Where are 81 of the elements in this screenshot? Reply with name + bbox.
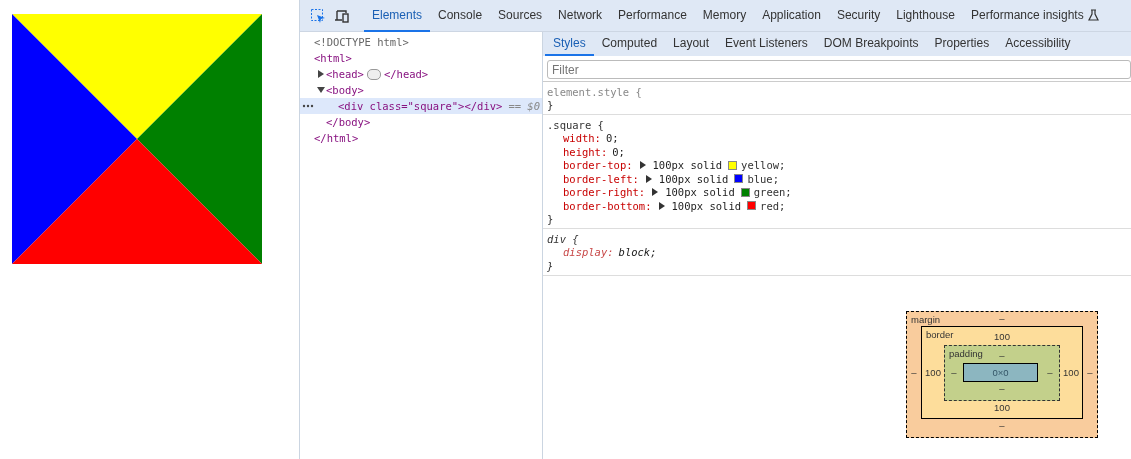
- box-label: margin: [911, 313, 941, 325]
- css-selector: element.style {: [547, 85, 642, 98]
- margin-value: –: [910, 366, 918, 378]
- border-value: 100: [994, 330, 1010, 342]
- sidebar-tab[interactable]: Properties: [926, 32, 998, 56]
- color-swatch[interactable]: [740, 187, 750, 197]
- padding-value: –: [1046, 366, 1054, 378]
- closing-brace: }: [547, 259, 554, 272]
- collapsed-arrow-icon[interactable]: [316, 69, 326, 79]
- padding-value: –: [999, 349, 1005, 361]
- panel-tab[interactable]: Console: [430, 0, 491, 32]
- dom-node[interactable]: </body>: [326, 116, 371, 128]
- css-property: border-right:: [563, 186, 646, 199]
- css-property: border-bottom:: [563, 199, 652, 212]
- inspect-icon[interactable]: [310, 7, 326, 24]
- css-property: border-left:: [563, 172, 639, 185]
- panel-tab[interactable]: Memory: [694, 0, 755, 32]
- box-label: border: [926, 328, 954, 340]
- sidebar-tab[interactable]: Styles: [545, 32, 594, 56]
- panel-tab[interactable]: Security: [828, 0, 889, 32]
- panel-tab[interactable]: Performance: [610, 0, 695, 32]
- dom-node[interactable]: <div class="square"></div>: [338, 100, 503, 112]
- dom-node[interactable]: </html>: [314, 132, 359, 144]
- css-property: height:: [563, 145, 608, 158]
- dom-node[interactable]: </head>: [383, 68, 429, 80]
- border-value: 100: [924, 367, 942, 378]
- expand-arrow-icon[interactable]: [637, 160, 648, 171]
- css-selector: .square {: [547, 118, 604, 131]
- panel-tab[interactable]: Application: [754, 0, 829, 32]
- device-toolbar-icon[interactable]: [334, 7, 350, 24]
- color-swatch[interactable]: [734, 174, 744, 184]
- panel-tab[interactable]: Sources: [490, 0, 551, 32]
- css-value: yellow;: [741, 159, 786, 172]
- css-value: blue;: [747, 172, 779, 185]
- panel-tab[interactable]: Performance insights: [962, 0, 1107, 32]
- sidebar-tab[interactable]: DOM Breakpoints: [815, 32, 927, 56]
- margin-value: –: [1086, 366, 1094, 378]
- css-value: 100px solid: [658, 172, 729, 185]
- dom-node[interactable]: <html>: [314, 52, 352, 64]
- closing-brace: }: [547, 99, 554, 112]
- css-property: width:: [563, 132, 601, 145]
- box-label: padding: [949, 347, 983, 359]
- color-swatch[interactable]: [728, 160, 738, 170]
- border-value: 100: [994, 401, 1010, 413]
- expanded-arrow-icon[interactable]: [316, 85, 326, 95]
- sidebar-tab[interactable]: Computed: [593, 32, 666, 56]
- css-value: 0;: [605, 132, 619, 145]
- sidebar-tab[interactable]: Layout: [665, 32, 718, 56]
- dom-node[interactable]: <head>: [326, 68, 364, 80]
- sidebar-tab[interactable]: Event Listeners: [717, 32, 816, 56]
- node-reference: == $0: [508, 100, 540, 112]
- more-icon[interactable]: [302, 104, 314, 108]
- panel-tab[interactable]: Lighthouse: [888, 0, 963, 32]
- css-value: 100px solid: [652, 159, 723, 172]
- padding-value: –: [999, 382, 1005, 394]
- css-value: 100px solid: [665, 186, 735, 199]
- panel-tab[interactable]: Elements: [364, 0, 431, 32]
- dom-node[interactable]: <!DOCTYPE html>: [314, 36, 409, 48]
- css-value: red;: [760, 199, 786, 212]
- sidebar-tab[interactable]: Accessibility: [997, 32, 1079, 56]
- css-property: border-top:: [563, 159, 633, 172]
- margin-value: –: [999, 419, 1005, 431]
- css-value: green;: [753, 186, 792, 199]
- margin-value: –: [999, 312, 1005, 324]
- css-property: display:: [563, 246, 614, 259]
- expand-arrow-icon[interactable]: [643, 173, 654, 184]
- content-box: 0×0: [963, 362, 1038, 382]
- dom-node[interactable]: <body>: [326, 84, 364, 96]
- panel-tab[interactable]: Network: [550, 0, 611, 32]
- css-selector: div {: [547, 232, 579, 245]
- color-swatch[interactable]: [747, 201, 757, 211]
- padding-value: –: [950, 366, 958, 378]
- css-value: 0;: [612, 145, 625, 158]
- border-value: 100: [1062, 367, 1080, 378]
- closing-brace: }: [547, 213, 554, 226]
- css-value: 100px solid: [671, 199, 742, 212]
- expand-arrow-icon[interactable]: [656, 200, 667, 211]
- filter-field[interactable]: Filter: [547, 60, 1131, 79]
- ellipsis-icon[interactable]: [366, 68, 381, 80]
- css-value: block;: [618, 246, 657, 259]
- dom-row[interactable]: <div class="square"></div> == $0: [300, 98, 542, 114]
